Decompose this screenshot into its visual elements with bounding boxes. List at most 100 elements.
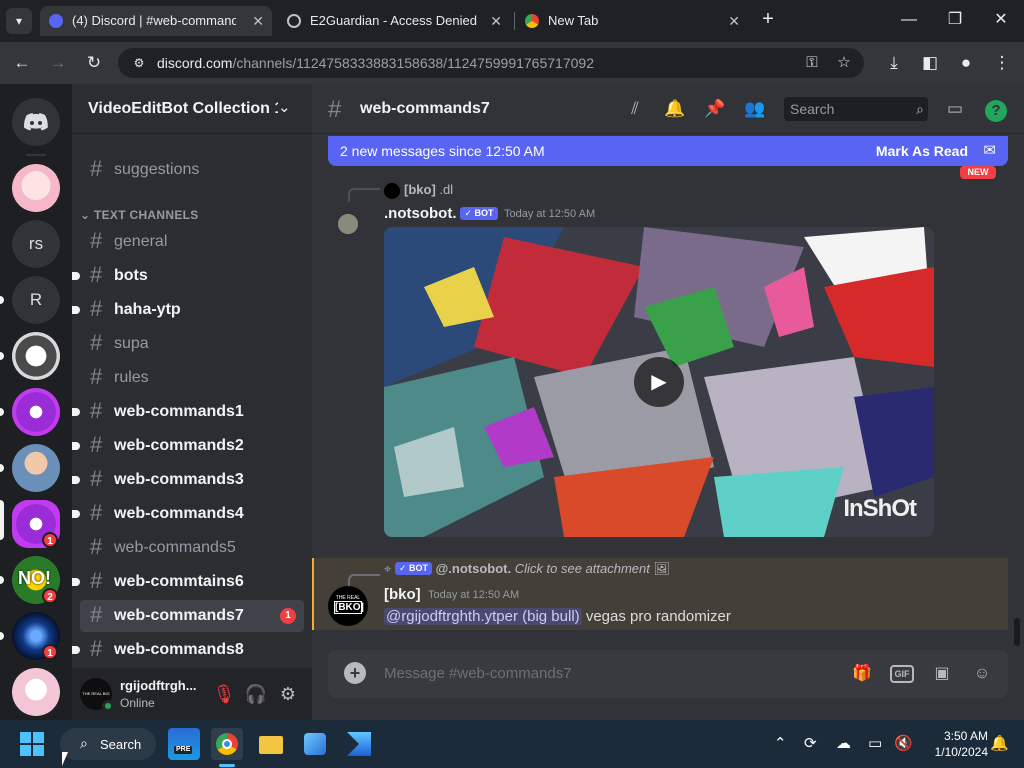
copilot-pre-icon[interactable]: PRE [168,728,200,760]
bko-avatar[interactable]: THE REAL [BKO] [328,586,368,626]
message-input[interactable]: Message #web-commands7 [384,665,572,682]
new-tab-button[interactable]: + [758,8,778,32]
server-rs-icon[interactable]: rs [12,220,60,268]
channel-haha-ytp[interactable]: # haha-ytp [72,294,304,326]
settings-gear-icon[interactable]: ⚙ [274,680,302,708]
username[interactable]: rgijodftrgh... [120,678,197,693]
inbox-icon[interactable]: ▭ [942,96,968,122]
channel-general[interactable]: # general [80,226,304,258]
sync-icon[interactable]: ⟳ [804,734,817,752]
chat-scrollbar[interactable] [1014,618,1020,646]
play-icon[interactable]: ▶ [634,357,684,407]
channel-web-commands2[interactable]: # web-commands2 [72,430,304,462]
new-messages-bar[interactable]: 2 new messages since 12:50 AM Mark As Re… [328,136,1008,166]
minimize-button[interactable]: — [896,8,922,32]
close-tab-icon[interactable]: ✕ [490,6,502,36]
unread-pill [0,464,4,472]
bot-label: BOT [474,208,494,218]
tray-overflow-chevron-icon[interactable]: ⌃ [774,734,787,752]
videoeditbot-server-icon[interactable] [12,388,60,436]
channel-bots[interactable]: # bots [72,260,304,292]
sticker-icon[interactable]: ▣ [930,662,954,686]
server-r-label: R [12,276,60,324]
sunglasses-server-icon[interactable] [12,332,60,380]
back-button[interactable]: ← [9,51,35,75]
channel-web-commands5[interactable]: # web-commands5 [80,532,304,564]
discord-home-icon[interactable] [12,98,60,146]
discord-favicon-icon [49,14,63,28]
chrome-taskbar-icon[interactable] [211,728,243,760]
gift-icon[interactable]: 🎁 [850,662,874,686]
server-r-icon[interactable]: R [12,276,60,324]
taskbar-search-label: Search [100,737,142,752]
bot-badge: ✓ BOT [394,562,432,575]
kid-server-icon[interactable] [12,444,60,492]
anime-server-icon[interactable] [12,164,60,212]
channel-web-commands7[interactable]: # web-commands7 1 [80,600,304,632]
tab-search-button[interactable]: ▾ [6,8,32,34]
channel-supa[interactable]: # supa [80,328,304,360]
notification-bell-icon[interactable]: 🔔 [990,734,1009,752]
channel-suggestions[interactable]: # suggestions [80,154,304,186]
site-info-icon[interactable]: ⚙ [130,54,148,72]
chrome-menu-icon[interactable]: ⋮ [989,51,1015,75]
channel-web-commtains6[interactable]: # web-commtains6 [72,566,304,598]
message-composer[interactable]: + Message #web-commands7 🎁 GIF ▣ ☺ [328,650,1008,698]
gif-icon[interactable]: GIF [890,665,914,683]
video-attachment[interactable]: ▶ InShOt [384,227,934,537]
help-icon[interactable]: ? [985,100,1007,122]
volume-muted-icon[interactable]: 🔇 [894,734,913,752]
mute-mic-icon[interactable]: 🎙 [210,680,238,708]
cloud-offline-icon[interactable]: ☁ [836,734,851,752]
download-icon[interactable]: ⤓ [881,51,907,75]
notsobot-avatar[interactable] [328,204,368,244]
window-close-button[interactable]: ✕ [988,8,1014,32]
hash-icon: # [90,296,103,321]
headphones-icon[interactable]: 🎧 [242,680,270,708]
channel-web-commands8[interactable]: # web-commands8 [72,634,304,666]
taskbar-search-button[interactable]: ⌕ Search [60,728,156,760]
windows-start-icon[interactable] [20,732,44,756]
pin-icon[interactable]: 📌 [702,96,728,122]
server-rail: rs R 1 NO! 2 1 [0,84,72,720]
member-list-icon[interactable]: 👥 [742,96,768,122]
address-bar[interactable]: ⚙ discord.com/channels/11247583338831586… [118,48,864,78]
threads-icon[interactable]: ⫽ [622,96,648,122]
forward-button[interactable]: → [45,51,71,75]
reload-button[interactable]: ↻ [81,51,107,75]
channel-web-commands4[interactable]: # web-commands4 [72,498,304,530]
notification-bell-icon[interactable]: 🔔 [662,96,688,122]
video-editor-icon[interactable] [343,728,375,760]
reply-preview[interactable]: [bko] .dl [384,182,453,199]
bookmark-star-icon[interactable]: ☆ [834,53,854,73]
image-icon: 🖼 [653,561,670,576]
password-key-icon[interactable]: ⚿ [802,53,822,73]
message-author[interactable]: .notsobot. ✓ BOT [384,205,498,222]
channel-web-commands1[interactable]: # web-commands1 [72,396,304,428]
reply-preview[interactable]: ⌖ ✓ BOT @.notsobot. Click to see attachm… [384,561,670,577]
category-text-channels[interactable]: ⌄ TEXT CHANNELS [80,208,199,222]
channel-rules[interactable]: # rules [80,362,304,394]
file-explorer-icon[interactable] [255,728,287,760]
side-panel-icon[interactable]: ◧ [917,51,943,75]
close-tab-icon[interactable]: ✕ [728,6,740,36]
display-icon[interactable]: ▭ [868,734,882,752]
tab-new-tab[interactable]: New Tab ✕ [516,6,748,36]
add-attachment-icon[interactable]: + [344,662,366,684]
server-header[interactable]: VideoEditBot Collection 1.0 ⌄ [72,84,312,134]
tab-e2guardian[interactable]: E2Guardian - Access Denied ✕ [278,6,510,36]
tab-discord[interactable]: (4) Discord | #web-commands7 ✕ [40,6,272,36]
mark-as-read-button[interactable]: Mark As Read [876,143,968,159]
selected-pill [0,500,4,540]
photos-icon[interactable] [299,728,331,760]
search-input[interactable]: Search ⌕ [784,97,928,121]
emoji-icon[interactable]: ☺ [970,662,994,686]
channel-web-commands3[interactable]: # web-commands3 [72,464,304,496]
cat-server-icon[interactable] [12,668,60,716]
restore-button[interactable]: ❐ [942,8,968,32]
profile-icon[interactable]: ● [953,51,979,75]
user-mention[interactable]: @rgijodftrghth.ytper (big bull) [384,608,582,625]
close-tab-icon[interactable]: ✕ [252,6,264,36]
taskbar-clock[interactable]: 3:50 AM 1/10/2024 [918,728,988,760]
message-author[interactable]: [bko] [384,586,421,603]
